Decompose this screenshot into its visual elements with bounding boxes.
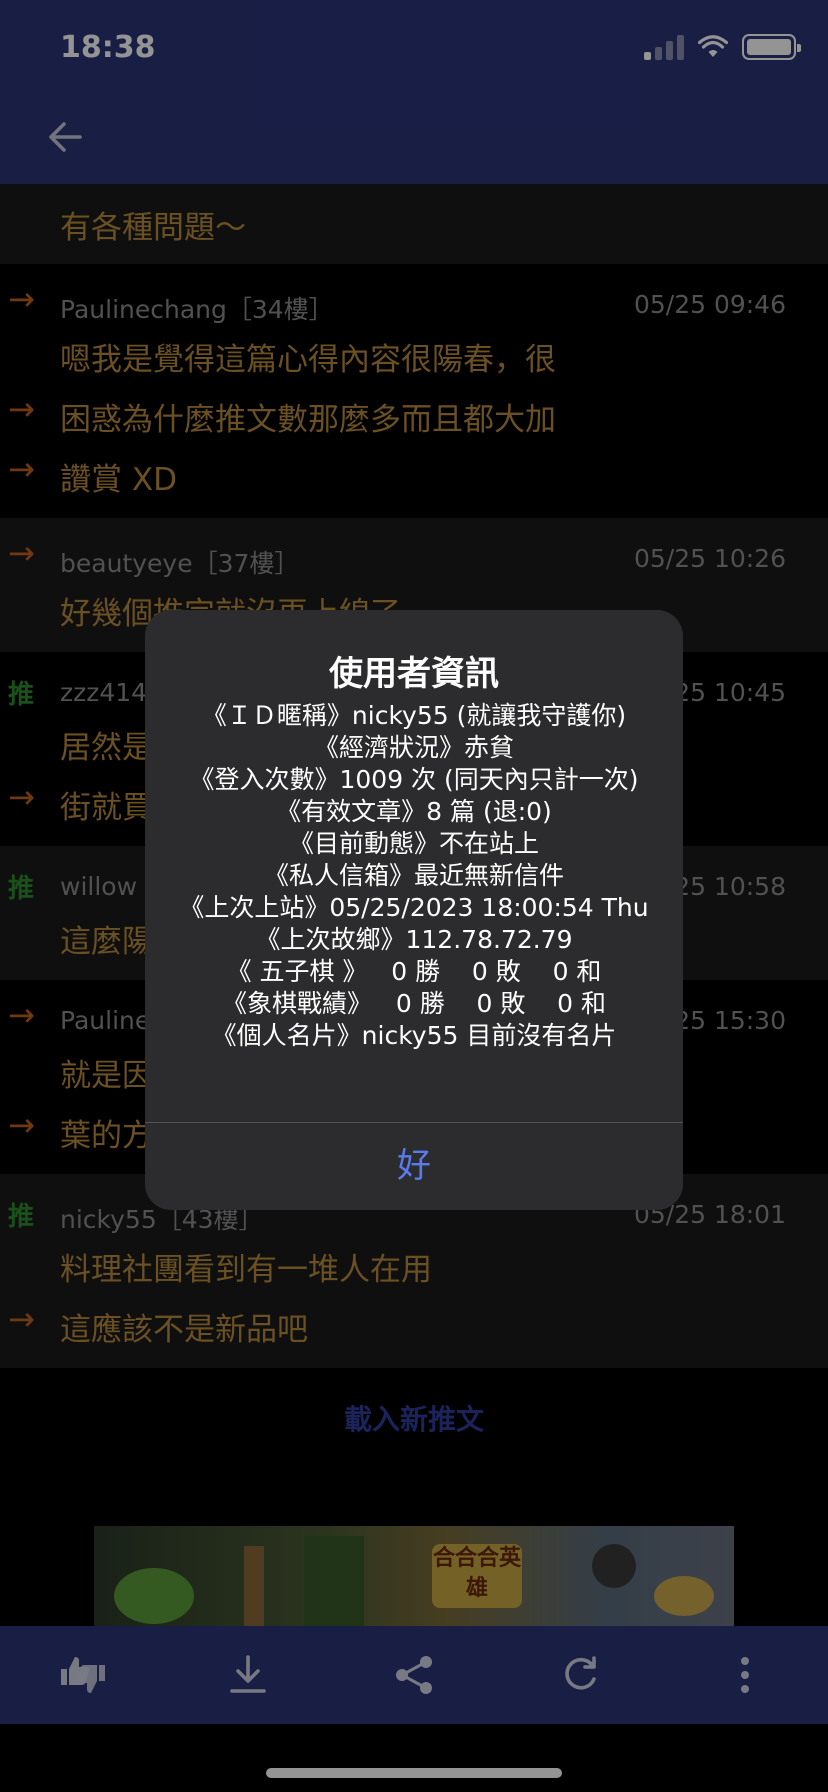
- dialog-ok-button[interactable]: 好: [145, 1123, 683, 1210]
- dialog-message: 《ＩＤ暱稱》nicky55 (就讓我守護你) 《經濟狀況》赤貧 《登入次數》10…: [145, 700, 683, 1052]
- dialog-line-logins: 《登入次數》1009 次 (同天內只計一次): [189, 765, 639, 794]
- dialog-title: 使用者資訊: [329, 654, 499, 694]
- dialog-line-articles: 《有效文章》8 篇 (退:0): [276, 797, 552, 826]
- user-info-dialog: 使用者資訊 《ＩＤ暱稱》nicky55 (就讓我守護你) 《經濟狀況》赤貧 《登…: [145, 610, 683, 1210]
- dialog-line-last-login: 《上次上站》05/25/2023 18:00:54 Thu: [179, 893, 649, 922]
- dialog-line-mailbox: 《私人信箱》最近無新信件: [263, 861, 564, 890]
- dialog-line-status: 《目前動態》不在站上: [288, 829, 539, 858]
- dialog-line-economy: 《經濟狀況》赤貧: [313, 733, 514, 762]
- dialog-line-chess: 《象棋戰績》 0 勝 0 敗 0 和: [222, 989, 606, 1018]
- dialog-line-card: 《個人名片》nicky55 目前沒有名片: [211, 1021, 617, 1050]
- dialog-line-last-ip: 《上次故鄉》112.78.72.79: [255, 925, 573, 954]
- dialog-line-id: 《ＩＤ暱稱》nicky55 (就讓我守護你): [201, 701, 627, 730]
- dialog-line-gomoku: 《 五子棋 》 0 勝 0 敗 0 和: [226, 957, 602, 986]
